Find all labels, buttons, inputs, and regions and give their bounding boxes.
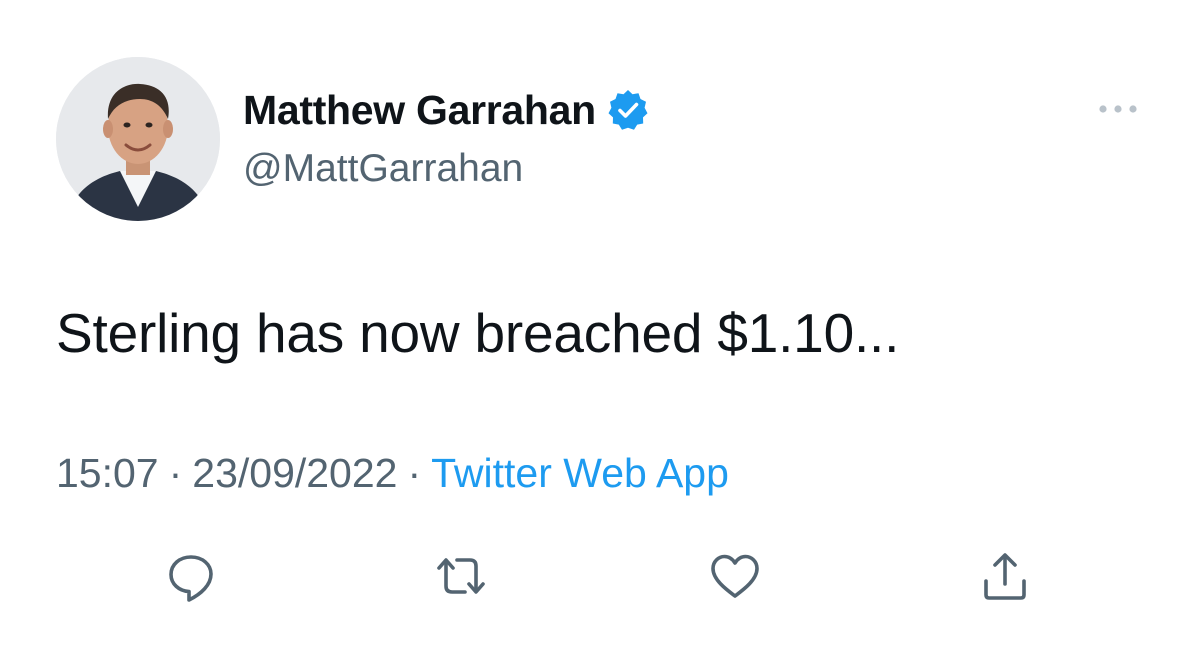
- verified-badge-icon: [606, 88, 650, 132]
- tweet-metadata: 15:07 · 23/09/2022 · Twitter Web App: [56, 448, 729, 498]
- tweet-text: Sterling has now breached $1.10...: [56, 302, 900, 364]
- heart-icon: [711, 554, 759, 598]
- tweet-date[interactable]: 23/09/2022: [192, 450, 397, 496]
- profile-photo-icon: [56, 57, 220, 221]
- tweet-source-link[interactable]: Twitter Web App: [431, 450, 729, 496]
- share-upload-icon: [984, 553, 1026, 600]
- meta-separator: ·: [168, 450, 183, 496]
- share-button[interactable]: [977, 548, 1033, 604]
- tweet-time[interactable]: 15:07: [56, 450, 159, 496]
- meta-separator: ·: [407, 450, 422, 496]
- like-button[interactable]: [707, 548, 763, 604]
- reply-button[interactable]: [163, 548, 219, 604]
- user-handle[interactable]: @MattGarrahan: [243, 146, 523, 192]
- retweet-arrows-icon: [437, 558, 485, 594]
- display-name-row[interactable]: Matthew Garrahan: [243, 86, 650, 134]
- retweet-button[interactable]: [433, 548, 489, 604]
- avatar[interactable]: [56, 57, 220, 221]
- display-name[interactable]: Matthew Garrahan: [243, 86, 596, 134]
- more-options-icon[interactable]: [1094, 94, 1142, 124]
- speech-bubble-icon: [169, 555, 213, 602]
